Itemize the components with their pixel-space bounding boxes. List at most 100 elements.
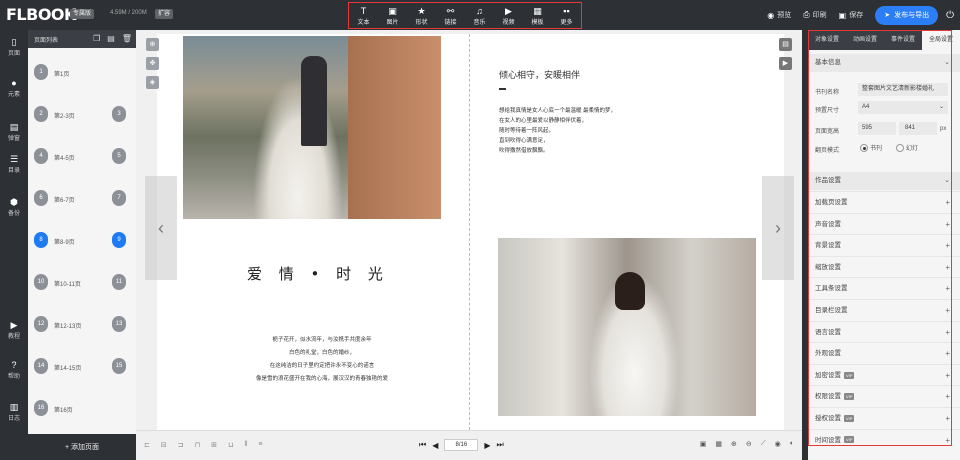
page-settings-icon[interactable]: ▤ [779, 38, 792, 51]
nav-item-4[interactable]: ⬢ 备份 [0, 197, 28, 217]
page-list-item[interactable]: 2 第2-3页 3 [34, 106, 130, 122]
settings-item[interactable]: 外观设置 + [808, 342, 960, 364]
expand-storage-button[interactable]: 扩容 [155, 9, 174, 19]
distribute-v-icon[interactable]: ≡ [258, 441, 262, 449]
align-top-icon[interactable]: ⊓ [195, 441, 200, 449]
prev-page-arrow[interactable]: ‹ [145, 176, 177, 280]
book-name-input[interactable]: 整套图片文艺清新影楼婚礼 [858, 83, 948, 96]
settings-item[interactable]: 加密设置 VIP + [808, 363, 960, 387]
tool-6[interactable]: ▦ 模板 [531, 6, 543, 26]
preview-button[interactable]: ◉ 预览 [767, 10, 791, 20]
plus-icon[interactable]: + [945, 386, 950, 408]
nav-item-7[interactable]: ▥ 日志 [0, 402, 28, 422]
last-page-icon[interactable]: ⏭ [497, 440, 504, 450]
page-list-item[interactable]: 8 第8-9页 9 [34, 232, 130, 248]
page-list-item[interactable]: 12 第12-13页 13 [34, 316, 130, 332]
plus-icon[interactable]: + [945, 278, 950, 300]
settings-item[interactable]: 权限设置 VIP + [808, 385, 960, 407]
fit-page-icon[interactable]: ▣ [700, 440, 707, 448]
settings-item[interactable]: 目录栏设置 + [808, 299, 960, 321]
delete-page-icon[interactable]: 🗑 [122, 34, 132, 43]
duplicate-page-icon[interactable]: ▤ [107, 34, 115, 43]
align-left-icon[interactable]: ⊏ [144, 441, 150, 449]
tool-1[interactable]: ▣ 图片 [386, 6, 398, 26]
plus-icon[interactable]: + [945, 214, 950, 236]
page-list-item[interactable]: 1 第1页 [34, 64, 130, 80]
settings-item[interactable]: 时间设置 VIP + [808, 428, 960, 452]
size-select[interactable]: A4 ⌄ [858, 101, 948, 114]
settings-item[interactable]: 缩放设置 + [808, 255, 960, 279]
distribute-h-icon[interactable]: ⫴ [244, 441, 247, 449]
flip-book-radio[interactable]: 书刊 [860, 143, 882, 153]
prev-page-icon[interactable]: ◀ [432, 441, 438, 450]
page-list-item[interactable]: 4 第4-5页 5 [34, 148, 130, 164]
page-list-item[interactable]: 6 第6-7页 7 [34, 190, 130, 206]
nav-item-2[interactable]: ▤ 弹窗 [0, 122, 28, 142]
nav-item-6[interactable]: ? 帮助 [0, 360, 28, 380]
plus-icon[interactable]: + [945, 300, 950, 322]
flip-slide-radio[interactable]: 幻灯 [896, 143, 918, 153]
settings-item[interactable]: 声音设置 + [808, 212, 960, 236]
nav-item-0[interactable]: ▯ 页面 [0, 37, 28, 57]
next-page-arrow[interactable]: › [762, 176, 794, 280]
right-page-poem[interactable]: 想给我真情是女人心底一个最温暖 最柔情的梦， 在女人的心里最爱以静静相伴伏着， 随时… [499, 106, 616, 156]
tool-5[interactable]: ▶ 视频 [502, 6, 514, 26]
plus-icon[interactable]: + [945, 430, 950, 452]
plus-icon[interactable]: + [945, 365, 950, 387]
nav-item-1[interactable]: ● 元素 [0, 78, 28, 98]
tool-2[interactable]: ★ 形状 [415, 6, 427, 26]
settings-item[interactable]: 工具条设置 + [808, 277, 960, 299]
align-right-icon[interactable]: ⊐ [178, 441, 184, 449]
bride-photo-right[interactable] [498, 238, 756, 416]
preview-icon[interactable]: ◉ [775, 440, 781, 448]
left-page-poem[interactable]: 栀子花开，似水流年，与汝携手共度余年 白色的礼堂，白色的婚纱， 在这纯洁的日子里约定… [217, 334, 427, 386]
settings-item[interactable]: 加载页设置 + [808, 191, 960, 213]
plus-icon[interactable]: + [945, 235, 950, 257]
move-icon[interactable]: ✥ [146, 57, 159, 70]
align-bottom-icon[interactable]: ⊔ [228, 441, 233, 449]
page-list-item[interactable]: 16 第16页 [34, 400, 130, 416]
tool-4[interactable]: ♫ 音乐 [473, 6, 485, 26]
print-button[interactable]: ⎙ 印刷 [803, 10, 826, 20]
ruler-icon[interactable]: ⟋ [761, 440, 766, 448]
align-center-icon[interactable]: ⊟ [161, 441, 167, 449]
nav-item-3[interactable]: ☰ 目录 [0, 154, 28, 174]
play-icon[interactable]: ▶ [779, 57, 792, 70]
grid-icon[interactable]: ▦ [715, 440, 722, 448]
layers-icon[interactable]: ◈ [146, 76, 159, 89]
copy-page-icon[interactable]: ❐ [93, 34, 100, 43]
first-page-icon[interactable]: ⏮ [419, 440, 426, 450]
height-input[interactable]: 841 [899, 122, 937, 135]
theme-icon[interactable]: ◐ [790, 440, 794, 448]
save-button[interactable]: ▣ 保存 [839, 10, 864, 20]
width-input[interactable]: 595 [858, 122, 896, 135]
align-middle-icon[interactable]: ⊞ [211, 441, 217, 449]
tool-0[interactable]: T 文本 [357, 6, 369, 26]
settings-tab[interactable]: 全局设置 [922, 30, 960, 50]
settings-item[interactable]: 背景设置 + [808, 234, 960, 256]
plus-icon[interactable]: + [945, 192, 950, 214]
settings-item[interactable]: 语言设置 + [808, 320, 960, 343]
plus-icon[interactable]: + [945, 257, 950, 279]
power-icon[interactable]: ⏻ [946, 10, 954, 21]
settings-tab[interactable]: 动画设置 [846, 30, 884, 50]
plus-icon[interactable]: + [945, 408, 950, 430]
page-number-input[interactable]: 8/16 [444, 439, 479, 451]
zoom-in-icon[interactable]: ⊕ [731, 440, 737, 448]
zoom-icon[interactable]: ⊕ [146, 38, 159, 51]
settings-tab[interactable]: 事件设置 [884, 30, 922, 50]
basic-info-section[interactable]: 基本信息 ⌄ [808, 54, 960, 72]
right-page-title[interactable]: 倾心相守，安暖相伴 [499, 68, 580, 81]
next-page-icon[interactable]: ▶ [484, 441, 490, 450]
settings-item[interactable]: 授权设置 VIP + [808, 407, 960, 429]
plus-icon[interactable]: + [945, 343, 950, 365]
page-list-item[interactable]: 14 第14-15页 15 [34, 358, 130, 374]
settings-tab[interactable]: 对象设置 [808, 30, 846, 50]
tool-7[interactable]: ▪▪ 更多 [560, 6, 572, 26]
add-page-button[interactable]: + 添加页面 [28, 434, 136, 460]
publish-button[interactable]: ➤ 发布与导出 [875, 5, 939, 25]
left-page-title[interactable]: 爱 情 • 时 光 [247, 263, 389, 284]
zoom-out-icon[interactable]: ⊖ [746, 440, 752, 448]
wedding-photo-left[interactable] [183, 36, 441, 219]
page-list-item[interactable]: 10 第10-11页 11 [34, 274, 130, 290]
